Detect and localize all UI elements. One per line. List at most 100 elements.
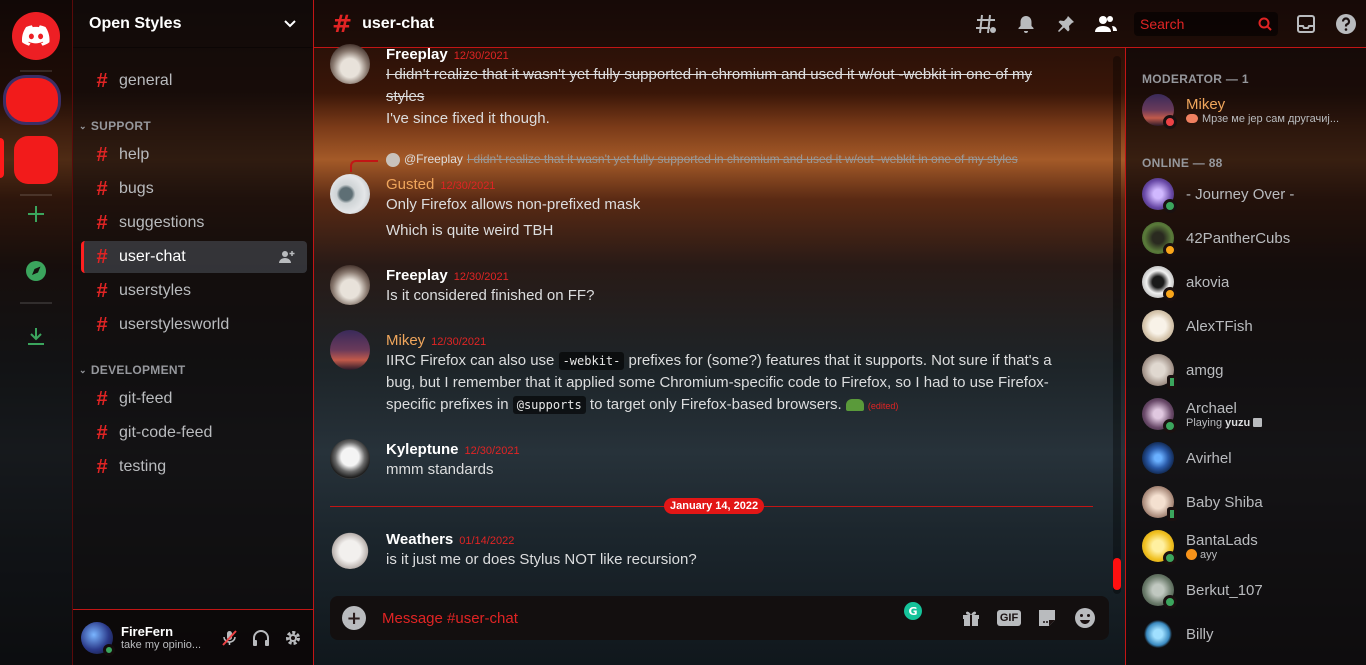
bitcoin-emoji-icon: [1186, 549, 1197, 561]
rail-separator: [20, 194, 52, 196]
channel-git-feed[interactable]: # git-feed: [81, 383, 307, 415]
member-item[interactable]: 42PantherCubs: [1142, 218, 1354, 258]
channel-label: general: [119, 72, 173, 89]
user-avatar[interactable]: [81, 621, 115, 656]
add-server-button[interactable]: [24, 202, 48, 226]
channel-label: bugs: [119, 180, 154, 197]
grammarly-icon[interactable]: G: [904, 602, 922, 620]
category-development[interactable]: ⌄ DEVELOPMENT: [79, 363, 186, 377]
scrollbar-thumb[interactable]: [1113, 558, 1121, 590]
hashtag-icon: #: [96, 69, 108, 92]
message-author[interactable]: Gusted: [386, 176, 434, 193]
server-name: Open Styles: [89, 14, 182, 32]
avatar[interactable]: [330, 44, 370, 84]
message-text: I didn't realize that it wasn't yet full…: [386, 66, 1033, 105]
gift-button[interactable]: [959, 606, 983, 630]
member-group-header: ONLINE — 88: [1142, 156, 1223, 170]
compass-icon: [26, 261, 46, 281]
message-author[interactable]: Freeplay: [386, 267, 448, 284]
reply-reference[interactable]: @Freeplay I didn't realize that it wasn't…: [386, 152, 1062, 167]
reply-preview: I didn't realize that it wasn't yet full…: [466, 152, 1018, 166]
message-input[interactable]: [382, 609, 882, 627]
channel-general[interactable]: # general: [81, 65, 307, 97]
gear-icon: [286, 630, 300, 645]
channel-userstyles[interactable]: # userstyles: [81, 275, 307, 307]
deafen-button[interactable]: [249, 626, 273, 650]
member-item[interactable]: - Journey Over -: [1142, 174, 1354, 214]
member-item[interactable]: Baby Shiba: [1142, 482, 1354, 522]
message-author[interactable]: Kyleptune: [386, 441, 459, 458]
server-icon-1[interactable]: [6, 78, 58, 122]
inbox-icon: [1297, 15, 1315, 33]
hashtag-icon: #: [96, 279, 108, 302]
channel-git-code-feed[interactable]: # git-code-feed: [81, 417, 307, 449]
member-item[interactable]: Avirhel: [1142, 438, 1354, 478]
chat-area: Freeplay 12/30/2021 I didn't realize that…: [314, 0, 1125, 665]
category-support[interactable]: ⌄ SUPPORT: [79, 119, 151, 133]
user-settings-button[interactable]: [281, 626, 305, 650]
channel-label: help: [119, 146, 150, 163]
message-author[interactable]: Weathers: [386, 531, 453, 548]
channel-user-chat[interactable]: # user-chat: [81, 241, 307, 273]
avatar[interactable]: [330, 529, 370, 569]
member-item[interactable]: Berkut_107: [1142, 570, 1354, 610]
server-header[interactable]: Open Styles: [73, 0, 313, 48]
avatar[interactable]: [330, 265, 370, 305]
channel-help[interactable]: # help: [81, 139, 307, 171]
server-rail: [0, 0, 72, 665]
search-icon: [1258, 17, 1272, 31]
message-text: IIRC Firefox can also use: [386, 352, 559, 369]
avatar: [1142, 94, 1177, 129]
member-item[interactable]: AlexTFish: [1142, 306, 1354, 346]
edited-tag: (edited): [867, 401, 899, 411]
discord-home-button[interactable]: [12, 12, 60, 60]
rail-separator: [20, 70, 52, 72]
create-invite-icon[interactable]: [279, 249, 295, 270]
message-author[interactable]: Mikey: [386, 332, 425, 349]
avatar[interactable]: [330, 330, 370, 370]
channel-label: userstyles: [119, 282, 192, 299]
message-text: Which is quite weird TBH: [386, 222, 554, 239]
channel-userstylesworld[interactable]: # userstylesworld: [81, 309, 307, 341]
avatar[interactable]: [330, 174, 370, 214]
search-box[interactable]: [1134, 12, 1278, 36]
message-text: Only Firefox allows non-prefixed mask: [386, 196, 641, 213]
inbox-button[interactable]: [1294, 12, 1318, 36]
message-author[interactable]: Freeplay: [386, 46, 448, 63]
channel-testing[interactable]: # testing: [81, 451, 307, 483]
explore-servers-button[interactable]: [24, 259, 48, 283]
gif-button[interactable]: GIF: [996, 606, 1022, 630]
channel-label: userstylesworld: [119, 316, 230, 333]
emoji-button[interactable]: [1073, 606, 1097, 630]
chevron-down-icon: [284, 19, 296, 27]
member-name: - Journey Over -: [1186, 185, 1295, 203]
mute-button[interactable]: [217, 626, 241, 650]
avatar[interactable]: [330, 439, 370, 479]
member-item[interactable]: Archael Playing yuzu: [1142, 394, 1354, 434]
member-item[interactable]: akovia: [1142, 262, 1354, 302]
chat-scrollbar[interactable]: [1113, 56, 1121, 594]
channel-suggestions[interactable]: # suggestions: [81, 207, 307, 239]
search-input[interactable]: [1140, 16, 1250, 32]
message-content: mmm standards: [386, 459, 1066, 481]
hashtag-icon: #: [96, 387, 108, 410]
member-name: Baby Shiba: [1186, 493, 1263, 511]
upload-button[interactable]: +: [342, 606, 366, 630]
sticker-button[interactable]: [1035, 606, 1059, 630]
member-item[interactable]: amgg: [1142, 350, 1354, 390]
inline-code: -webkit-: [558, 352, 625, 370]
dnd-status-icon: [1163, 115, 1177, 129]
member-item[interactable]: BantaLads ayy: [1142, 526, 1354, 566]
member-name: Billy: [1186, 625, 1214, 643]
server-icon-open-styles[interactable]: [14, 136, 58, 184]
message-text: to target only Firefox-based browsers.: [585, 396, 846, 413]
member-item[interactable]: Billy: [1142, 614, 1354, 654]
download-apps-button[interactable]: [24, 324, 48, 348]
message-text: mmm standards: [386, 461, 494, 478]
member-status-text: ayy: [1200, 548, 1218, 561]
channel-bugs[interactable]: # bugs: [81, 173, 307, 205]
help-button[interactable]: [1334, 12, 1358, 36]
message-timestamp: 12/30/2021: [440, 180, 496, 192]
member-item[interactable]: Mikey Мрзе ме јер сам другачиј...: [1142, 90, 1354, 130]
avatar: [1142, 442, 1174, 474]
